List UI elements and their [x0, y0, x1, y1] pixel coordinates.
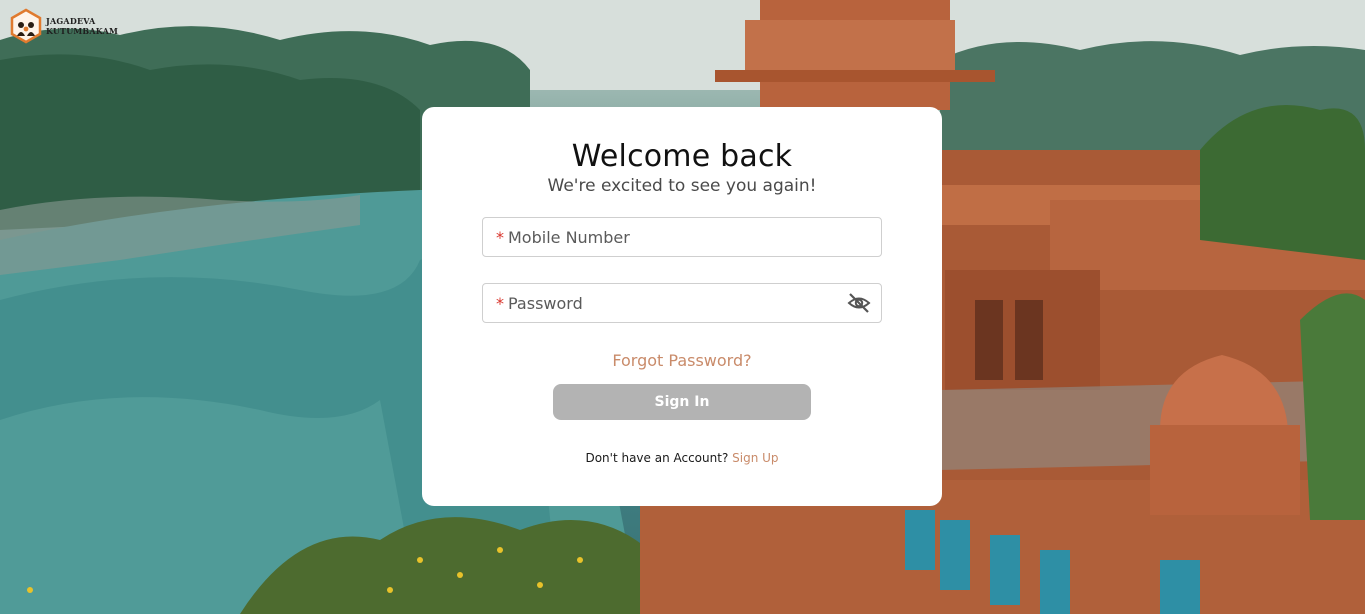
required-mark: * [496, 293, 504, 313]
mobile-number-field[interactable]: * [482, 217, 882, 257]
sign-in-button[interactable]: Sign In [553, 384, 811, 420]
brand-logo[interactable]: JAGADEVA KUTUMBAKAM [8, 8, 118, 44]
login-card: Welcome back We're excited to see you ag… [422, 107, 942, 506]
sign-up-link[interactable]: Sign Up [732, 451, 778, 465]
eye-off-icon[interactable] [847, 291, 871, 315]
brand-line-1: JAGADEVA [46, 16, 96, 26]
signup-row: Don't have an Account? Sign Up [422, 451, 942, 465]
required-mark: * [496, 227, 504, 247]
signup-prompt: Don't have an Account? [585, 451, 729, 465]
brand-line-2: KUTUMBAKAM [46, 26, 119, 36]
password-field[interactable]: * [482, 283, 882, 323]
brand-name: JAGADEVA KUTUMBAKAM [46, 16, 118, 36]
page-title: Welcome back [571, 139, 793, 174]
password-input[interactable] [508, 293, 847, 313]
mobile-number-input[interactable] [508, 227, 881, 247]
page-subtitle: We're excited to see you again! [547, 176, 817, 196]
family-hexagon-icon [10, 8, 42, 44]
forgot-password-link[interactable]: Forgot Password? [422, 351, 942, 370]
